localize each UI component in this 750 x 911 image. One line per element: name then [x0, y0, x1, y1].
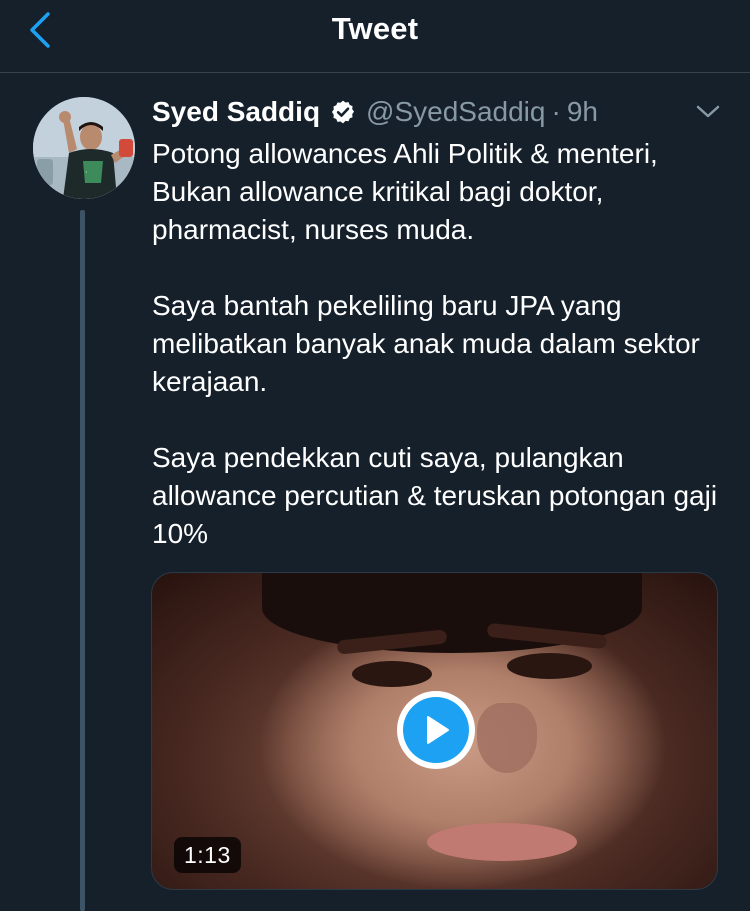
- chevron-down-icon: [696, 105, 720, 118]
- tweet-author-row: Syed Saddiq @SyedSaddiq · 9h: [152, 92, 598, 132]
- tweet-timestamp[interactable]: 9h: [567, 96, 598, 128]
- play-icon: [427, 716, 449, 744]
- tweet-paragraph: Saya pendekkan cuti saya, pulangkan allo…: [152, 442, 718, 549]
- top-bar: Tweet: [0, 0, 750, 73]
- video-frame-detail: [427, 823, 577, 861]
- avatar-photo: ·: [33, 97, 135, 199]
- play-button[interactable]: [397, 691, 475, 769]
- play-button-inner: [403, 697, 469, 763]
- meta-separator: ·: [551, 96, 561, 127]
- video-frame-detail: [477, 703, 537, 773]
- verified-badge-icon: [330, 99, 356, 125]
- video-frame-detail: [507, 653, 592, 679]
- tweet-options-button[interactable]: [692, 98, 724, 126]
- tweet-paragraph: Saya bantah pekeliling baru JPA yang mel…: [152, 290, 700, 397]
- tweet-paragraph: Potong allowances Ahli Politik & menteri…: [152, 138, 658, 245]
- video-duration-badge: 1:13: [174, 837, 241, 873]
- avatar[interactable]: ·: [33, 97, 135, 199]
- video-player[interactable]: 1:13: [151, 572, 718, 890]
- svg-text:·: ·: [85, 168, 88, 177]
- tweet-text: Potong allowances Ahli Politik & menteri…: [152, 135, 732, 553]
- author-display-name[interactable]: Syed Saddiq: [152, 96, 320, 128]
- page-title: Tweet: [331, 11, 419, 46]
- thread-connector-line: [80, 210, 85, 911]
- tweet-detail-screen: Tweet · Syed Saddiq @SyedSaddiq · 9h Pot…: [0, 0, 750, 911]
- author-handle[interactable]: @SyedSaddiq: [366, 96, 545, 128]
- video-frame-detail: [352, 661, 432, 687]
